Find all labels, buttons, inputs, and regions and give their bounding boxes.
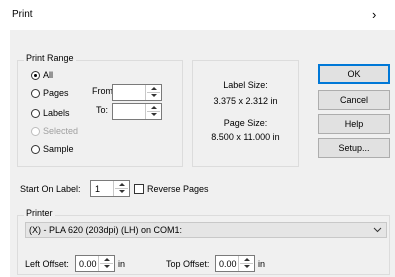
spin-up-icon[interactable]	[104, 258, 110, 261]
spin-up-icon[interactable]	[244, 258, 250, 261]
reverse-pages-label: Reverse Pages	[147, 184, 209, 194]
close-icon[interactable]: ›	[372, 7, 376, 22]
left-offset-label: Left Offset:	[25, 259, 69, 269]
spin-up-icon[interactable]	[151, 106, 157, 109]
top-offset-spinner[interactable]: 0.00	[215, 255, 255, 272]
printer-select-value: (X) - PLA 620 (203dpi) (LH) on COM1:	[29, 225, 183, 235]
label-info-panel: Label Size: 3.375 x 2.312 in Page Size: …	[192, 60, 299, 167]
start-on-label-value: 1	[95, 184, 101, 194]
cancel-button[interactable]: Cancel	[318, 90, 390, 110]
radio-pages[interactable]	[31, 89, 40, 98]
label-size-title: Label Size:	[223, 80, 268, 90]
print-range-legend: Print Range	[24, 53, 76, 63]
from-spinner[interactable]	[112, 84, 162, 101]
window-title: Print	[12, 9, 33, 20]
radio-labels-label: Labels	[43, 108, 70, 118]
page-size-value: 8.500 x 11.000 in	[211, 132, 280, 142]
to-spin-buttons[interactable]	[145, 104, 161, 119]
spin-up-icon[interactable]	[119, 183, 125, 186]
top-offset-label: Top Offset:	[166, 259, 210, 269]
top-offset-unit: in	[258, 259, 266, 269]
radio-labels[interactable]	[31, 109, 40, 118]
start-on-label-spinner[interactable]: 1	[90, 180, 130, 197]
spin-down-icon[interactable]	[104, 265, 110, 268]
top-offset-spin-buttons[interactable]	[238, 256, 254, 271]
reverse-pages-checkbox[interactable]	[134, 184, 144, 194]
help-button[interactable]: Help	[318, 114, 390, 134]
to-label: To:	[96, 105, 109, 115]
left-offset-spin-buttons[interactable]	[98, 256, 114, 271]
top-offset-value: 0.00	[219, 259, 237, 269]
start-on-label-spin-buttons[interactable]	[113, 181, 129, 196]
radio-selected-label: Selected	[43, 126, 79, 136]
label-size-value: 3.375 x 2.312 in	[213, 96, 278, 106]
spin-down-icon[interactable]	[151, 94, 157, 97]
title-bar: Print ›	[0, 0, 395, 30]
to-spinner[interactable]	[112, 103, 162, 120]
left-offset-spinner[interactable]: 0.00	[75, 255, 115, 272]
chevron-down-icon[interactable]	[373, 227, 382, 233]
ok-button[interactable]: OK	[318, 64, 390, 84]
start-on-label-label: Start On Label:	[20, 184, 81, 194]
left-offset-value: 0.00	[79, 259, 97, 269]
spin-down-icon[interactable]	[151, 113, 157, 116]
left-offset-unit: in	[118, 259, 126, 269]
printer-select[interactable]: (X) - PLA 620 (203dpi) (LH) on COM1:	[25, 222, 387, 238]
spin-down-icon[interactable]	[119, 190, 125, 193]
from-spin-buttons[interactable]	[145, 85, 161, 100]
printer-legend: Printer	[24, 208, 55, 218]
setup-button[interactable]: Setup...	[318, 138, 390, 158]
radio-sample-label: Sample	[43, 144, 74, 154]
radio-selected	[31, 127, 40, 136]
radio-all-label: All	[43, 70, 54, 80]
page-size-title: Page Size:	[223, 118, 268, 128]
radio-sample[interactable]	[31, 145, 40, 154]
radio-pages-label: Pages	[43, 88, 69, 98]
radio-all[interactable]	[31, 71, 40, 80]
spin-up-icon[interactable]	[151, 87, 157, 90]
spin-down-icon[interactable]	[244, 265, 250, 268]
